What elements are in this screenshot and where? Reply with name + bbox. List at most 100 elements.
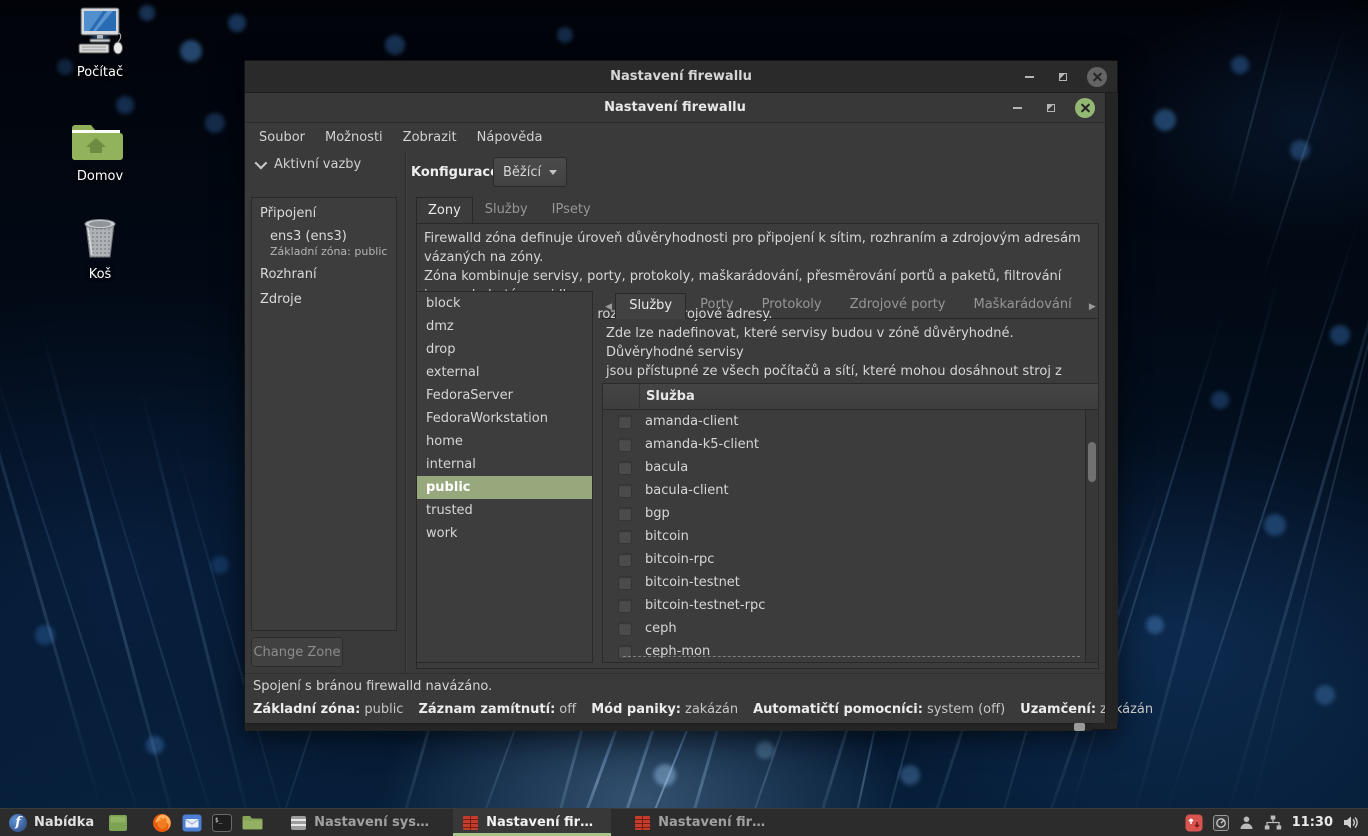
- display-settings-icon[interactable]: [1213, 815, 1229, 831]
- status-field: Záznam zamítnutí:off: [418, 702, 576, 717]
- volume-icon[interactable]: [1343, 815, 1360, 830]
- service-checkbox[interactable]: [618, 461, 632, 475]
- desktop-icon-home[interactable]: Domov: [52, 120, 148, 184]
- service-checkbox[interactable]: [618, 438, 632, 452]
- service-name: bacula-client: [645, 483, 729, 498]
- list-clip-dashed-line: [623, 656, 1080, 657]
- service-row[interactable]: amanda-client: [603, 410, 1085, 433]
- zone-row[interactable]: block: [417, 292, 592, 315]
- service-checkbox[interactable]: [618, 530, 632, 544]
- taskbar-window-button[interactable]: Nastavení firew...: [625, 809, 783, 836]
- zone-row[interactable]: public: [417, 476, 592, 499]
- terminal-icon[interactable]: $_: [210, 812, 234, 834]
- zone-settings-tab[interactable]: Maškarádování: [960, 292, 1086, 318]
- service-row[interactable]: ceph: [603, 617, 1085, 640]
- services-scrollbar[interactable]: [1085, 410, 1098, 662]
- zone-row[interactable]: drop: [417, 338, 592, 361]
- status-field: Mód paniky:zakázán: [591, 702, 738, 717]
- service-checkbox[interactable]: [618, 507, 632, 521]
- outer-scrollbar-thumb[interactable]: [1074, 723, 1085, 731]
- app-minimize-button[interactable]: [1007, 98, 1027, 118]
- service-row[interactable]: bacula: [603, 456, 1085, 479]
- configuration-dropdown[interactable]: Běžící: [493, 157, 567, 187]
- zone-settings-tab[interactable]: Služby: [615, 293, 686, 319]
- zone-settings-tab[interactable]: Zdrojové porty: [836, 292, 960, 318]
- outer-horizontal-scrollbar[interactable]: [245, 723, 1092, 731]
- app-titlebar[interactable]: Nastavení firewallu: [245, 93, 1105, 123]
- service-checkbox[interactable]: [618, 415, 632, 429]
- desktop-icon-trash[interactable]: Koš: [52, 216, 148, 282]
- close-button[interactable]: [1087, 67, 1107, 87]
- status-field-label: Záznam zamítnutí:: [418, 702, 555, 717]
- app-close-button[interactable]: [1075, 98, 1095, 118]
- service-row[interactable]: ceph-mon: [603, 640, 1085, 662]
- services-scrollbar-thumb[interactable]: [1088, 442, 1096, 482]
- taskbar-window-button[interactable]: Nastavení systé...: [281, 809, 439, 836]
- service-row[interactable]: bgp: [603, 502, 1085, 525]
- menu-item[interactable]: Zobrazit: [393, 126, 467, 149]
- update-manager-icon[interactable]: [1185, 814, 1203, 832]
- service-row[interactable]: bitcoin-testnet: [603, 571, 1085, 594]
- menu-item[interactable]: Soubor: [249, 126, 315, 149]
- zone-row[interactable]: dmz: [417, 315, 592, 338]
- service-checkbox[interactable]: [618, 622, 632, 636]
- service-row[interactable]: bacula-client: [603, 479, 1085, 502]
- zone-row[interactable]: internal: [417, 453, 592, 476]
- zone-row[interactable]: FedoraServer: [417, 384, 592, 407]
- service-row[interactable]: bitcoin-testnet-rpc: [603, 594, 1085, 617]
- user-applet-icon[interactable]: [1239, 815, 1254, 830]
- app-window: Nastavení firewallu Soubor Možnosti Zobr…: [245, 93, 1105, 723]
- desktop-icon-label: Domov: [77, 169, 123, 184]
- interfaces-label[interactable]: Rozhraní: [252, 262, 396, 287]
- main-tab[interactable]: Služby: [473, 196, 540, 224]
- configuration-label: Konfigurace:: [411, 165, 504, 180]
- connections-label[interactable]: Připojení: [252, 204, 396, 223]
- zone-row[interactable]: trusted: [417, 499, 592, 522]
- firefox-icon[interactable]: [150, 812, 174, 834]
- menu-item[interactable]: Nápověda: [467, 126, 553, 149]
- minimize-button[interactable]: [1019, 67, 1039, 87]
- desktop: Počítač Domov: [0, 0, 1368, 836]
- main-tab[interactable]: IPsety: [540, 196, 603, 224]
- service-checkbox[interactable]: [618, 484, 632, 498]
- main-tab[interactable]: Zony: [416, 197, 473, 225]
- zone-settings-tab[interactable]: Protokoly: [748, 292, 836, 318]
- status-field: Uzamčení:zakázán: [1020, 702, 1153, 717]
- zone-settings-tab[interactable]: Porty: [686, 292, 747, 318]
- service-row[interactable]: bitcoin-rpc: [603, 548, 1085, 571]
- sidebar-separator: [405, 151, 406, 673]
- service-row[interactable]: amanda-k5-client: [603, 433, 1085, 456]
- show-desktop-icon[interactable]: [106, 812, 130, 834]
- active-bindings-header[interactable]: Aktivní vazby: [255, 157, 361, 172]
- zone-row[interactable]: work: [417, 522, 592, 545]
- service-column-header[interactable]: Služba: [640, 384, 1098, 409]
- mail-icon[interactable]: [180, 812, 204, 834]
- outer-vertical-scrollbar[interactable]: [1105, 93, 1118, 723]
- zone-row[interactable]: home: [417, 430, 592, 453]
- sources-label[interactable]: Zdroje: [252, 287, 396, 312]
- service-row[interactable]: bitcoin: [603, 525, 1085, 548]
- menu-item[interactable]: Možnosti: [315, 126, 393, 149]
- tabs-scroll-left-button[interactable]: ◀: [602, 296, 615, 318]
- files-folder-icon[interactable]: [240, 812, 264, 834]
- service-checkbox[interactable]: [618, 576, 632, 590]
- tabs-scroll-right-button[interactable]: ▶: [1086, 296, 1099, 318]
- zone-row[interactable]: FedoraWorkstation: [417, 407, 592, 430]
- service-checkbox[interactable]: [618, 553, 632, 567]
- change-zone-button[interactable]: Change Zone: [251, 637, 343, 667]
- zone-row[interactable]: external: [417, 361, 592, 384]
- clock[interactable]: 11:30: [1292, 815, 1333, 830]
- menu-button[interactable]: f Nabídka: [0, 809, 103, 836]
- service-name: bacula: [645, 460, 688, 475]
- fedora-logo-icon: f: [9, 814, 27, 832]
- outer-titlebar[interactable]: Nastavení firewallu: [245, 61, 1117, 93]
- restore-button[interactable]: [1053, 67, 1073, 87]
- service-checkbox[interactable]: [618, 599, 632, 613]
- app-restore-button[interactable]: [1041, 98, 1061, 118]
- status-field-label: Automatičtí pomocníci:: [753, 702, 923, 717]
- network-applet-icon[interactable]: [1264, 815, 1282, 830]
- taskbar-window-button[interactable]: Nastavení firew...: [453, 809, 611, 836]
- desktop-icon-computer[interactable]: Počítač: [52, 6, 148, 80]
- statusbar-message: Spojení s bránou firewalld navázáno.: [245, 673, 1105, 699]
- connection-item[interactable]: ens3 (ens3): [252, 223, 396, 244]
